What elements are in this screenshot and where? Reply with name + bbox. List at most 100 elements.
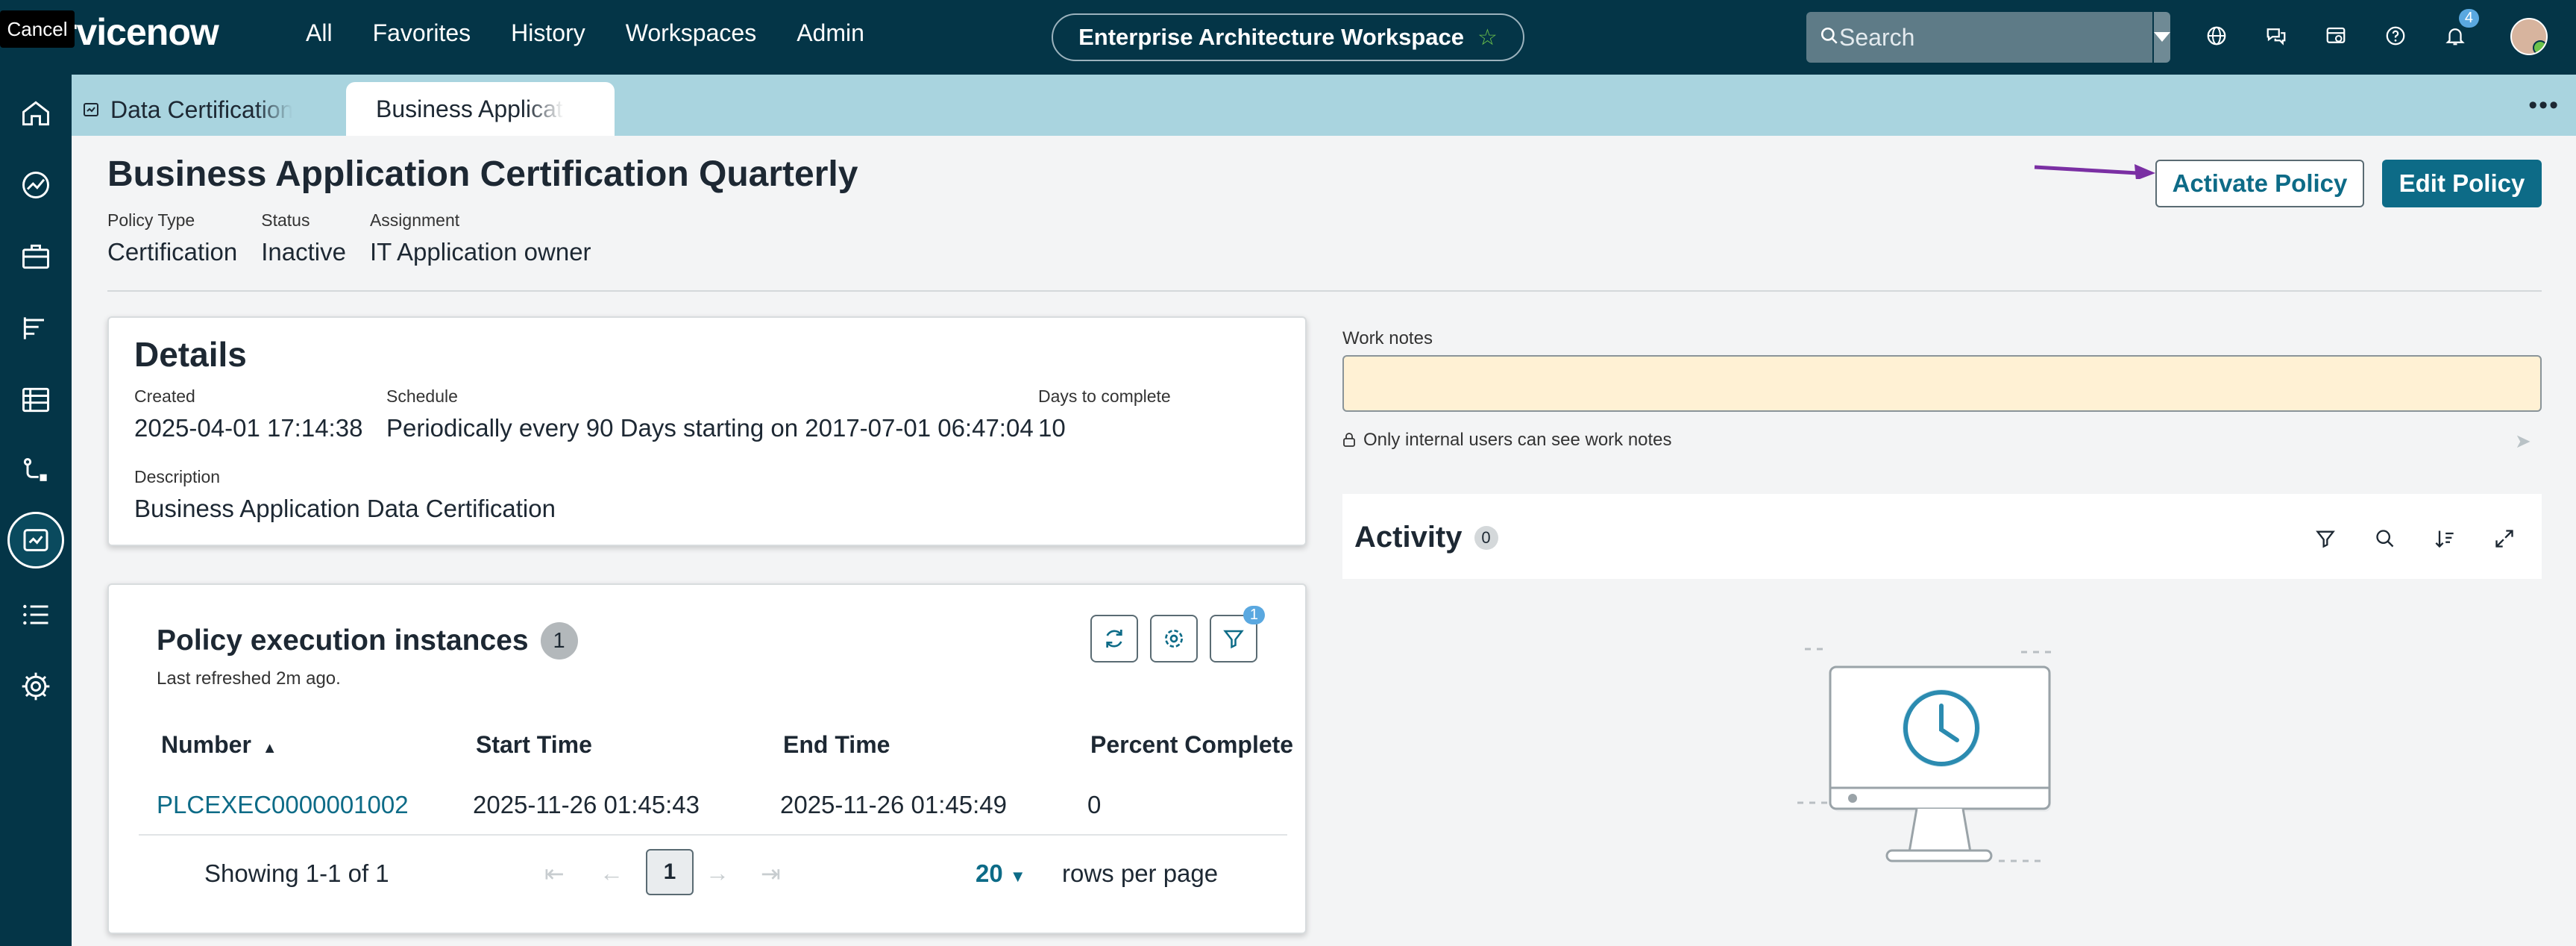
list-icon[interactable] bbox=[15, 594, 57, 636]
last-refreshed: Last refreshed 2m ago. bbox=[157, 668, 341, 689]
record-meta: Policy Type Certification Status Inactiv… bbox=[107, 210, 591, 266]
app-launcher-icon[interactable] bbox=[2319, 19, 2352, 52]
tab-label: Data Certification bbox=[110, 95, 292, 123]
pagination: Showing 1-1 of 1 ⇤ ← 1 → ⇥ 20 ▼ rows per… bbox=[109, 845, 1308, 904]
more-options-icon[interactable]: ••• bbox=[2528, 91, 2560, 120]
work-notes-visibility-note: Only internal users can see work notes bbox=[1342, 430, 1672, 451]
workspace-title: Enterprise Architecture Workspace bbox=[1078, 24, 1464, 50]
row-divider bbox=[139, 834, 1287, 836]
list-settings-button[interactable] bbox=[1150, 615, 1198, 662]
gear-icon bbox=[1165, 630, 1183, 648]
header-icons: 4 bbox=[2200, 9, 2479, 52]
instance-number-link[interactable]: PLCEXEC0000001002 bbox=[157, 791, 409, 819]
field-value: Periodically every 90 Days starting on 2… bbox=[386, 414, 1034, 442]
current-page[interactable]: 1 bbox=[646, 849, 694, 895]
meta-label: Policy Type bbox=[107, 210, 195, 230]
notifications-bell-icon[interactable]: 4 bbox=[2439, 9, 2479, 52]
policy-instances-card: Policy execution instances 1 Last refres… bbox=[107, 583, 1307, 934]
column-header-start-time[interactable]: Start Time bbox=[476, 731, 592, 759]
field-value: 10 bbox=[1038, 414, 1066, 442]
tab-business-application[interactable]: Business Application bbox=[346, 82, 615, 136]
filter-button[interactable]: 1 bbox=[1210, 606, 1265, 662]
field-label: Description bbox=[134, 467, 221, 486]
meta-label: Status bbox=[261, 210, 310, 230]
nav-favorites[interactable]: Favorites bbox=[373, 19, 471, 47]
first-page-icon[interactable]: ⇤ bbox=[544, 859, 565, 888]
nav-workspaces[interactable]: Workspaces bbox=[626, 19, 756, 47]
field-label: Days to complete bbox=[1038, 386, 1171, 406]
meta-policy-type: Policy Type Certification bbox=[107, 210, 237, 266]
column-header-number[interactable]: Number ▲ bbox=[161, 731, 277, 759]
globe-icon[interactable] bbox=[2200, 19, 2233, 52]
user-avatar[interactable] bbox=[2510, 18, 2548, 55]
details-heading: Details bbox=[134, 335, 247, 374]
send-icon[interactable]: ➤ bbox=[2515, 430, 2531, 453]
search-icon bbox=[1820, 26, 1839, 49]
column-header-percent-complete[interactable]: Percent Complete bbox=[1090, 731, 1293, 759]
activity-count-badge: 0 bbox=[1474, 525, 1498, 550]
filter-icon bbox=[1223, 630, 1244, 649]
filter-count-badge: 1 bbox=[1243, 606, 1265, 624]
chat-icon[interactable] bbox=[2260, 19, 2293, 52]
tab-data-certification[interactable]: Data Certification bbox=[82, 87, 292, 133]
star-icon[interactable]: ☆ bbox=[1477, 25, 1498, 51]
search-icon[interactable] bbox=[2370, 524, 2400, 554]
nav-all[interactable]: All bbox=[306, 19, 333, 47]
sort-icon[interactable] bbox=[2430, 524, 2460, 554]
refresh-button[interactable] bbox=[1090, 615, 1138, 662]
servicenow-logo[interactable]: rvicenow bbox=[63, 10, 219, 54]
activity-panel: Activity 0 bbox=[1342, 494, 2542, 579]
activity-title: Activity bbox=[1354, 521, 1463, 554]
days-to-complete-field: Days to complete 10 bbox=[1038, 386, 1171, 442]
certification-icon bbox=[84, 103, 98, 116]
certification-icon[interactable] bbox=[7, 512, 64, 568]
page-title: Business Application Certification Quart… bbox=[107, 154, 858, 194]
work-notes-input[interactable] bbox=[1342, 355, 2542, 412]
catalog-icon[interactable] bbox=[15, 379, 57, 421]
expand-icon[interactable] bbox=[2489, 524, 2519, 554]
refresh-icon bbox=[1106, 630, 1122, 648]
nav-history[interactable]: History bbox=[511, 19, 585, 47]
previous-page-icon[interactable]: ← bbox=[600, 859, 623, 887]
help-icon[interactable] bbox=[2379, 19, 2412, 52]
filter-icon[interactable] bbox=[2310, 524, 2340, 554]
divider bbox=[107, 290, 2542, 292]
roadmap-icon[interactable] bbox=[15, 307, 57, 349]
main-nav: All Favorites History Workspaces Admin bbox=[306, 19, 864, 47]
flow-icon[interactable] bbox=[15, 451, 57, 492]
chevron-down-icon bbox=[2154, 32, 2170, 42]
rows-per-page-label: rows per page bbox=[1062, 859, 1219, 887]
edit-policy-button[interactable]: Edit Policy bbox=[2382, 160, 2542, 207]
meta-value: Certification bbox=[107, 238, 238, 266]
schedule-field: Schedule Periodically every 90 Days star… bbox=[386, 386, 1034, 442]
chevron-down-icon: ▼ bbox=[1009, 867, 1026, 886]
lock-icon bbox=[1343, 433, 1355, 447]
briefcase-icon[interactable] bbox=[15, 236, 57, 278]
home-icon[interactable] bbox=[15, 93, 57, 134]
last-page-icon[interactable]: ⇥ bbox=[761, 859, 781, 888]
sort-ascending-icon: ▲ bbox=[262, 740, 277, 757]
work-notes-note-text: Only internal users can see work notes bbox=[1363, 430, 1672, 450]
instances-heading: Policy execution instances 1 bbox=[157, 622, 578, 660]
rows-per-page-select[interactable]: 20 ▼ bbox=[976, 859, 1026, 888]
tab-label: Business Application bbox=[376, 95, 564, 122]
nav-admin[interactable]: Admin bbox=[797, 19, 864, 47]
work-notes-label: Work notes bbox=[1342, 328, 1433, 348]
activate-policy-button[interactable]: Activate Policy bbox=[2155, 160, 2364, 207]
meta-label: Assignment bbox=[369, 210, 460, 230]
analytics-icon[interactable] bbox=[15, 164, 57, 206]
meta-assignment: Assignment IT Application owner bbox=[370, 210, 591, 266]
search-scope-dropdown[interactable] bbox=[2152, 12, 2170, 63]
next-page-icon[interactable]: → bbox=[706, 859, 729, 887]
top-header: Cancel rvicenow All Favorites History Wo… bbox=[0, 0, 2576, 75]
cancel-button[interactable]: Cancel bbox=[0, 10, 75, 48]
rows-per-page-value: 20 bbox=[976, 859, 1003, 887]
column-header-end-time[interactable]: End Time bbox=[783, 731, 890, 759]
cell-percent-complete: 0 bbox=[1087, 791, 1102, 818]
field-value: Business Application Data Certification bbox=[134, 495, 556, 522]
created-field: Created 2025-04-01 17:14:38 bbox=[134, 386, 362, 442]
search-input[interactable] bbox=[1839, 12, 2152, 63]
field-label: Created bbox=[134, 386, 195, 406]
settings-gear-icon[interactable] bbox=[15, 665, 57, 707]
workspace-pill[interactable]: Enterprise Architecture Workspace ☆ bbox=[1052, 13, 1524, 61]
